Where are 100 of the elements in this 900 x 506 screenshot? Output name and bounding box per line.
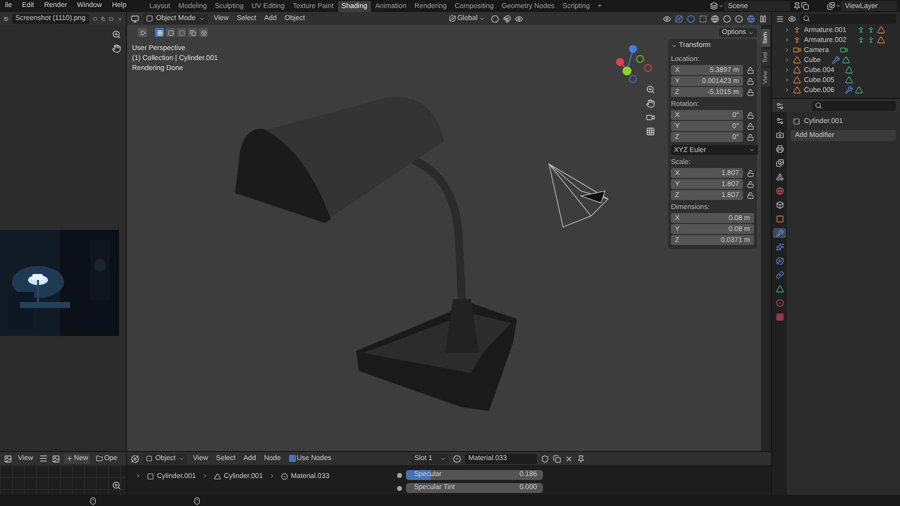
shield-icon[interactable]: [92, 14, 97, 22]
caret-icon: [440, 456, 446, 462]
camera-view-icon[interactable]: [646, 113, 655, 122]
copy-icon[interactable]: [553, 454, 562, 462]
images-icon: [776, 159, 784, 167]
copy-icon[interactable]: [100, 14, 106, 22]
select-mode-button[interactable]: [188, 28, 197, 37]
armature-icon: [867, 36, 876, 44]
wrench-icon: [776, 229, 784, 237]
search-field[interactable]: [812, 100, 896, 110]
wrench-icon: [845, 86, 854, 94]
square-icon: [146, 455, 152, 462]
lock-icon[interactable]: [747, 112, 754, 118]
select-mode-button[interactable]: [199, 28, 208, 37]
lock-icon[interactable]: [747, 170, 754, 176]
copy-icon: [190, 30, 196, 36]
socket-dot[interactable]: [397, 486, 402, 490]
lock-icon[interactable]: [747, 192, 754, 198]
socket-dot[interactable]: [397, 472, 402, 478]
lock-icon[interactable]: [747, 78, 754, 84]
triangle-icon: [214, 472, 221, 480]
caret-icon: [671, 42, 677, 48]
material-icon[interactable]: [453, 454, 462, 462]
printer-icon: [776, 145, 784, 153]
scene-icon: [710, 2, 718, 10]
armature-icon: [793, 36, 801, 44]
wireframe-icon[interactable]: [711, 14, 720, 22]
wrench-icon: [832, 56, 840, 64]
lock-icon[interactable]: [747, 122, 754, 130]
camera-icon: [840, 46, 848, 54]
pin-icon[interactable]: [577, 454, 586, 462]
folder-icon[interactable]: [109, 14, 114, 22]
hand-icon[interactable]: [646, 99, 655, 108]
square-icon: [793, 118, 800, 125]
pin-icon: [793, 2, 801, 10]
box-icon: [200, 30, 206, 36]
checker-icon: [776, 313, 784, 321]
select-mode-button[interactable]: [155, 28, 164, 37]
chevron-icon: [135, 473, 141, 479]
lock-icon[interactable]: [747, 88, 754, 96]
checkbox[interactable]: [288, 455, 296, 462]
lock-icon[interactable]: [747, 66, 754, 74]
mouse-icon: [89, 496, 97, 504]
triangle-icon: [776, 285, 784, 293]
chevron-icon: [268, 473, 275, 479]
caret-icon: [835, 3, 841, 9]
caret-icon: [718, 3, 724, 9]
zoom-icon[interactable]: [646, 85, 655, 94]
caret-icon: [748, 30, 754, 36]
rendered-icon[interactable]: [747, 14, 756, 22]
zoom-icon[interactable]: [112, 481, 121, 490]
overlay-icon[interactable]: [687, 14, 696, 22]
gizmo-icon[interactable]: [675, 14, 684, 22]
caret-icon: [478, 16, 485, 22]
square-icon: [147, 472, 154, 480]
search-icon: [803, 15, 810, 22]
caret-icon: [178, 456, 184, 462]
grid-icon[interactable]: [646, 127, 655, 136]
shapes-icon: [776, 173, 784, 181]
select-mode-button[interactable]: [177, 28, 186, 37]
globe-icon: [776, 187, 784, 195]
copy-icon: [801, 2, 809, 10]
camera-drawing: [548, 163, 609, 228]
material-preview-icon[interactable]: [735, 14, 744, 22]
image-icon[interactable]: [4, 454, 12, 462]
magnet-icon[interactable]: [502, 14, 511, 22]
camera-icon: [793, 46, 801, 54]
pivot-icon[interactable]: [490, 14, 499, 22]
search-icon: [815, 102, 822, 109]
pause-icon[interactable]: [759, 14, 768, 22]
camera-icon: [776, 131, 784, 139]
visibility-icon[interactable]: [663, 14, 672, 22]
box-icon: [776, 201, 784, 209]
grid-icon: [156, 30, 162, 36]
shield-icon[interactable]: [541, 454, 550, 462]
material-icon: [776, 299, 784, 307]
image-icon[interactable]: [4, 14, 8, 22]
sparkles-icon: [776, 243, 784, 251]
menu-icon[interactable]: [39, 454, 48, 463]
lock-icon[interactable]: [747, 180, 754, 188]
image-icon[interactable]: [52, 454, 60, 462]
square-icon: [146, 15, 153, 22]
xray-icon[interactable]: [699, 14, 708, 22]
square-icon: [168, 30, 174, 36]
search-field[interactable]: [800, 14, 896, 24]
zoom-icon[interactable]: [112, 30, 121, 39]
square-icon: [776, 215, 784, 223]
select-mode-button[interactable]: [166, 28, 175, 37]
play-button[interactable]: [138, 28, 147, 37]
view-layer-icon: [827, 2, 835, 10]
caret-icon: [749, 147, 755, 153]
folder-icon: [96, 455, 104, 462]
close-icon[interactable]: [565, 454, 574, 462]
display-mode-icon[interactable]: [776, 14, 784, 22]
hand-icon[interactable]: [112, 44, 121, 53]
lock-icon[interactable]: [747, 134, 754, 140]
solid-icon[interactable]: [723, 14, 732, 22]
plus-icon: [66, 455, 74, 462]
pose-icon: [857, 26, 866, 34]
play-icon: [140, 30, 146, 36]
